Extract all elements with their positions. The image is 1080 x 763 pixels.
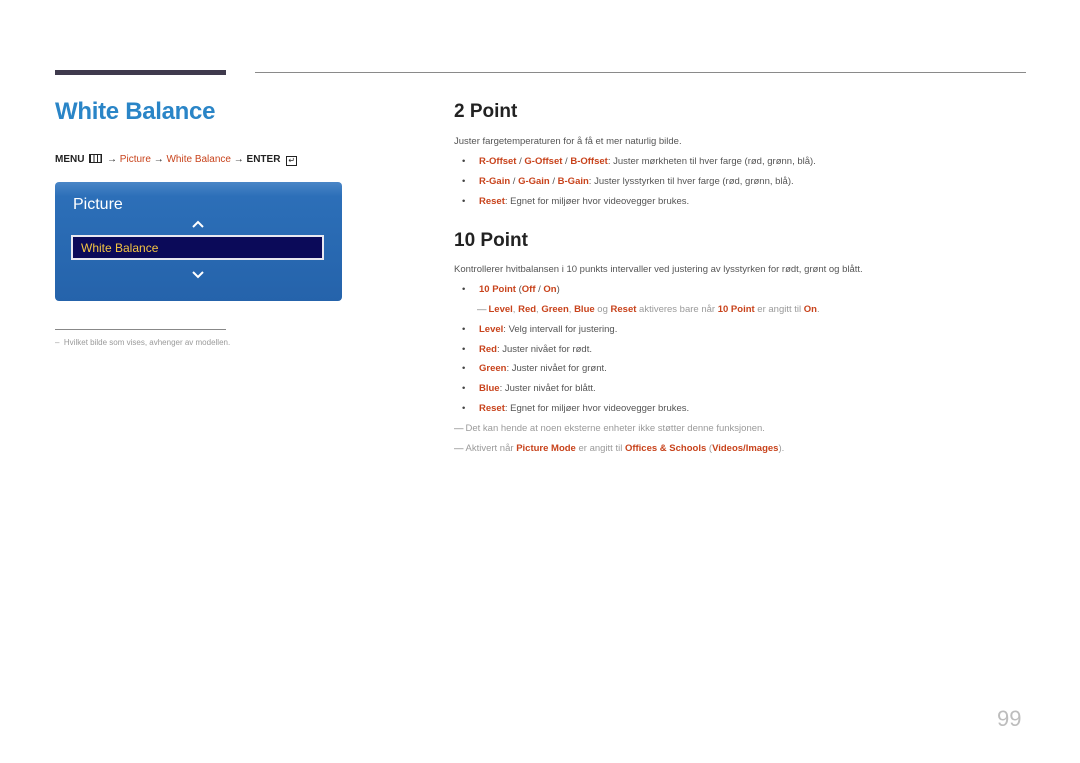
list-item: • R-Offset / G-Offset / B-Offset: Juster … [462, 156, 816, 167]
note-activation: — Aktivert når Picture Mode er angitt til… [454, 443, 784, 454]
heading-2-point: 2 Point [454, 101, 518, 122]
term: B-Gain [557, 176, 589, 187]
term: B-Offset [570, 156, 608, 167]
intro-10-point: Kontrollerer hvitbalansen i 10 punkts in… [454, 264, 863, 275]
osd-title: Picture [73, 196, 123, 213]
list-item: • Level: Velg intervall for justering. [462, 324, 618, 335]
description: : Juster nivået for rødt. [496, 344, 592, 355]
menu-path-white-balance: White Balance [166, 154, 231, 165]
chevron-down-icon[interactable] [191, 268, 205, 282]
heading-10-point: 10 Point [454, 230, 528, 251]
arrow: → [107, 154, 118, 165]
term: Reset [610, 304, 637, 315]
text: og [594, 304, 611, 315]
text: Det kan hende at noen eksterne enheter i… [465, 423, 765, 434]
option-off: Off [521, 284, 536, 295]
description: : Velg intervall for justering. [503, 324, 618, 335]
intro-2-point: Juster fargetemperaturen for å få et mer… [454, 136, 682, 147]
footnote-dash: – [55, 338, 60, 347]
term: R-Gain [479, 176, 511, 187]
separator: / [510, 176, 519, 187]
list-item-toggle: • 10 Point (Off / On) [462, 284, 560, 295]
description: : Juster nivået for blått. [499, 383, 596, 394]
enter-icon: ↵ [286, 156, 298, 166]
list-item: • Green: Juster nivået for grønt. [462, 363, 607, 374]
description: : Egnet for miljøer hvor videovegger bru… [504, 403, 690, 414]
note-dash: — [454, 443, 464, 454]
term: Reset [479, 403, 505, 414]
text: er angitt til [575, 443, 625, 454]
arrow: → [233, 154, 244, 165]
option-on: On [543, 284, 557, 295]
list-item: • R-Gain / G-Gain / B-Gain: Juster lyssty… [462, 176, 794, 187]
osd-menu-panel: Picture White Balance [55, 182, 342, 301]
term: Red [479, 344, 497, 355]
term: 10 Point [717, 304, 755, 315]
term: R-Offset [479, 156, 517, 167]
text: er angitt til [754, 304, 804, 315]
term: Offices & Schools [624, 443, 707, 454]
term: Green [541, 304, 569, 315]
header-rule-thin [255, 72, 1026, 73]
note-external-devices: — Det kan hende at noen eksterne enheter … [454, 423, 765, 434]
text: . [816, 304, 820, 315]
menu-path: MENU → Picture → White Balance → ENTER ↵ [55, 154, 298, 166]
term: G-Gain [518, 176, 550, 187]
enter-label: ENTER [246, 154, 281, 165]
list-item: • Reset: Egnet for miljøer hvor videovegg… [462, 196, 690, 207]
term: 10 Point [479, 284, 516, 295]
page-title: White Balance [55, 98, 216, 125]
term: Green [479, 363, 507, 374]
description: : Juster lysstyrken til hver farge (rød,… [588, 176, 794, 187]
page-number: 99 [997, 706, 1022, 731]
chevron-up-icon[interactable] [191, 217, 205, 231]
note-dash: — [454, 423, 464, 434]
term: Level [488, 304, 513, 315]
description: : Juster mørkheten til hver farge (rød, … [607, 156, 816, 167]
list-item: • Reset: Egnet for miljøer hvor videovegg… [462, 403, 690, 414]
term: Blue [479, 383, 500, 394]
menu-path-picture: Picture [119, 154, 151, 165]
text: Aktivert når [465, 443, 517, 454]
description: : Juster nivået for grønt. [506, 363, 607, 374]
note-dash: — [477, 304, 487, 315]
list-item: • Red: Juster nivået for rødt. [462, 344, 592, 355]
text: aktiveres bare når [636, 304, 718, 315]
term: On [803, 304, 817, 315]
header-rule-thick [55, 70, 226, 75]
separator: / [549, 176, 558, 187]
menu-icon [89, 154, 103, 163]
footnote-text: Hvilket bilde som vises, avhenger av mod… [63, 338, 231, 347]
footnote: – Hvilket bilde som vises, avhenger av m… [55, 338, 230, 347]
term: Level [479, 324, 504, 335]
term: G-Offset [524, 156, 563, 167]
osd-selected-item[interactable]: White Balance [71, 235, 324, 260]
osd-item-label: White Balance [81, 241, 159, 255]
text: ). [778, 443, 785, 454]
term: Red [518, 304, 537, 315]
list-item: • Blue: Juster nivået for blått. [462, 383, 596, 394]
menu-label: MENU [55, 154, 85, 165]
term: Videos/Images [712, 443, 779, 454]
arrow: → [153, 154, 164, 165]
note-toggle: — Level, Red, Green, Blue og Reset aktive… [477, 304, 820, 315]
term: Reset [479, 196, 505, 207]
term: Blue [574, 304, 595, 315]
paren: ) [556, 284, 560, 295]
footnote-rule [55, 329, 226, 330]
term: Picture Mode [516, 443, 576, 454]
description: : Egnet for miljøer hvor videovegger bru… [504, 196, 690, 207]
